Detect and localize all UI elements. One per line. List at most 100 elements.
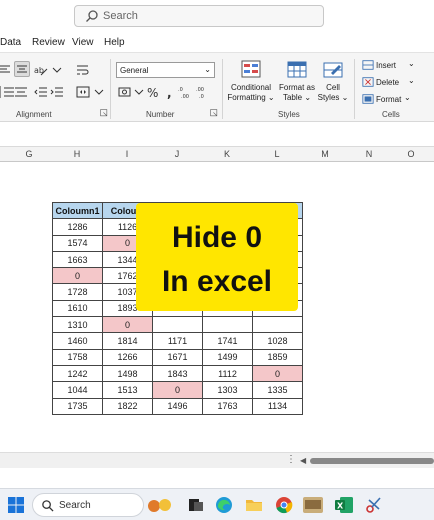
table-cell[interactable]: 0 [52,267,103,285]
table-cell[interactable]: 1663 [52,250,103,269]
table-cell[interactable]: 1671 [152,348,203,366]
table-cell[interactable]: 1303 [202,381,253,399]
increase-indent-icon[interactable] [50,85,64,99]
merge-center-icon[interactable] [76,85,90,99]
format-cells-icon[interactable] [362,93,374,105]
search-placeholder: Search [103,10,138,22]
delete-cells-icon[interactable] [362,76,374,88]
format-button[interactable]: Format [376,95,401,104]
table-cell[interactable]: 1028 [252,332,303,350]
chevron-down-icon[interactable]: ⌄ [408,76,415,85]
table-cell[interactable]: 1242 [52,364,103,383]
table-cell[interactable] [252,316,303,334]
tab-view[interactable]: View [72,37,94,48]
align-left-icon[interactable] [0,63,14,77]
table-cell[interactable]: 1814 [102,332,153,350]
table-cell[interactable]: 1498 [102,364,153,383]
file-explorer-icon[interactable] [244,495,264,515]
table-cell[interactable]: 1859 [252,348,303,366]
table-cell[interactable]: 0 [152,381,203,399]
dialog-launcher-icon[interactable] [100,109,108,117]
table-cell[interactable] [202,316,253,334]
dialog-launcher-icon[interactable] [210,109,218,117]
decrease-indent-icon[interactable] [34,85,48,99]
insert-button[interactable]: Insert [376,61,396,70]
cell-styles-button[interactable]: Cell Styles ⌄ [314,83,352,103]
chevron-down-icon[interactable] [92,85,106,99]
task-view-icon[interactable] [186,495,206,515]
decrease-decimal-icon[interactable]: .00.0 [196,85,210,99]
scrollbar-thumb[interactable] [310,458,434,464]
search-box[interactable]: Search [74,5,324,27]
windows-start-icon[interactable] [6,495,26,515]
table-cell[interactable]: 1171 [152,332,203,350]
column-header-o[interactable]: O [404,149,418,159]
table-cell[interactable]: 1822 [102,397,153,415]
delete-button[interactable]: Delete [376,78,399,87]
table-cell[interactable]: 1134 [252,397,303,415]
table-header-cell[interactable]: Coloumn1 [52,201,103,220]
table-cell[interactable]: 1735 [52,397,103,415]
number-format-dropdown[interactable]: General ⌄ [116,62,215,78]
column-header-j[interactable]: J [170,149,184,159]
table-cell[interactable]: 1513 [102,381,153,399]
table-cell[interactable]: 0 [252,364,303,383]
table-cell[interactable]: 1266 [102,348,153,366]
table-cell[interactable]: 1335 [252,381,303,399]
column-header-k[interactable]: K [220,149,234,159]
table-cell[interactable]: 1758 [52,348,103,366]
column-header-m[interactable]: M [318,149,332,159]
table-cell[interactable]: 1044 [52,381,103,399]
conditional-formatting-icon[interactable] [240,59,262,81]
edge-browser-icon[interactable] [214,495,234,515]
column-header-n[interactable]: N [362,149,376,159]
chevron-down-icon[interactable] [50,63,64,77]
indent-decrease-icon[interactable] [0,85,14,99]
table-cell[interactable]: 1728 [52,283,103,301]
chevron-down-icon[interactable] [132,85,146,99]
taskbar-search-box[interactable]: Search [32,493,171,517]
chevron-down-icon[interactable]: ⌄ [408,59,415,68]
format-as-table-icon[interactable] [286,59,308,81]
table-cell[interactable]: 1286 [52,218,103,236]
increase-decimal-icon[interactable]: .0.00 [178,85,192,99]
tab-help[interactable]: Help [104,37,125,48]
table-cell[interactable]: 1610 [52,299,103,318]
table-cell[interactable]: 1499 [202,348,253,366]
align-center-icon[interactable] [14,61,30,77]
excel-icon[interactable]: X [334,495,354,515]
horizontal-scrollbar[interactable]: ⋮ ◀ [0,452,434,468]
table-cell[interactable]: 1763 [202,397,253,415]
orientation-icon[interactable]: ab [34,63,48,77]
app-thumbnail-icon[interactable] [302,495,324,515]
table-cell[interactable]: 1496 [152,397,203,415]
cell-styles-icon[interactable] [322,59,344,81]
column-header-h[interactable]: H [70,149,84,159]
more-options-icon[interactable]: ⋮ [286,454,296,465]
percent-style-icon[interactable]: % [146,85,160,99]
chrome-icon[interactable] [274,495,294,515]
conditional-formatting-button[interactable]: Conditional Formatting ⌄ [226,83,276,103]
column-header-i[interactable]: I [120,149,134,159]
insert-cells-icon[interactable] [362,59,374,71]
table-cell[interactable]: 0 [102,316,153,334]
align-middle-icon[interactable] [14,85,28,99]
scroll-left-icon[interactable]: ◀ [300,456,306,465]
column-header-l[interactable]: L [270,149,284,159]
table-cell[interactable]: 1460 [52,332,103,350]
tab-review[interactable]: Review [32,37,65,48]
chevron-down-icon[interactable]: ⌄ [404,93,411,102]
table-cell[interactable]: 1310 [52,316,103,334]
accounting-format-icon[interactable] [118,85,132,99]
wrap-text-icon[interactable] [76,63,90,77]
table-cell[interactable]: 1112 [202,364,253,383]
tab-data[interactable]: Data [0,37,21,48]
table-cell[interactable]: 1843 [152,364,203,383]
table-cell[interactable] [152,316,203,334]
table-cell[interactable]: 1741 [202,332,253,350]
table-cell[interactable]: 1574 [52,234,103,252]
widgets-icon[interactable] [147,496,173,516]
snipping-tool-icon[interactable] [364,495,384,515]
comma-style-icon[interactable]: , [164,85,178,99]
column-header-g[interactable]: G [22,149,36,159]
